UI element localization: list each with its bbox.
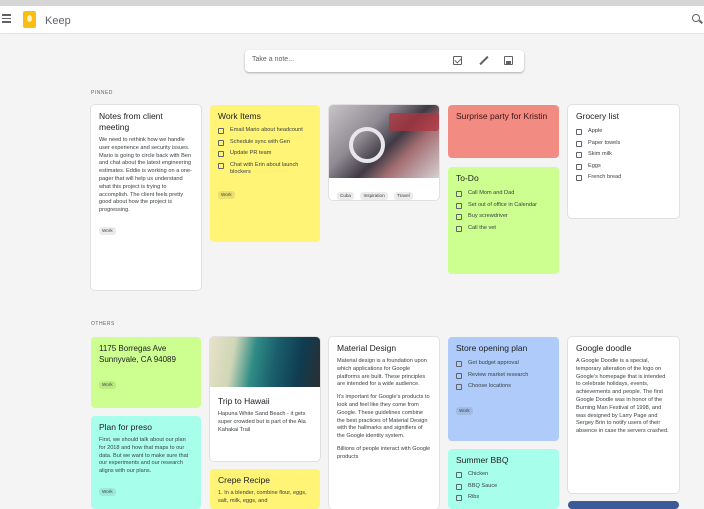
checklist-item: Set out of office in Calendar	[448, 200, 559, 212]
checklist-item: Review market research	[448, 370, 559, 382]
label-chip[interactable]: Work	[218, 190, 235, 199]
note-title: Material Design	[337, 343, 397, 353]
checklist-item: Schedule sync with Gen	[210, 137, 320, 149]
checkbox[interactable]	[576, 175, 582, 181]
note-crepe-recipe[interactable]: Crepe Recipe 1. In a blender, combine fl…	[210, 469, 320, 509]
note-plan-for-preso[interactable]: Plan for preso First, we should talk abo…	[91, 416, 201, 509]
checklist-item: Eggs	[568, 161, 679, 173]
checkbox[interactable]	[456, 191, 462, 197]
note-body: We need to rethink how we handle user ex…	[99, 137, 192, 214]
note-body: It's important for Google's products to …	[337, 394, 430, 440]
checkbox[interactable]	[218, 162, 224, 169]
checklist-item: Paper towels	[568, 138, 679, 150]
checklist-item: Skim milk	[568, 149, 679, 161]
checkbox[interactable]	[576, 163, 582, 170]
note-title: Summer BBQ	[456, 455, 509, 465]
label-chip[interactable]: Work	[99, 226, 116, 235]
checkbox[interactable]	[456, 225, 462, 232]
checkbox[interactable]	[456, 214, 462, 220]
checkbox[interactable]	[218, 128, 224, 134]
checklist-item: Get budget approval	[448, 358, 559, 370]
note-title: Plan for preso	[99, 422, 152, 432]
keep-logo-icon[interactable]	[23, 11, 36, 28]
note-address[interactable]: 1175 Borregas Ave Sunnyvale, CA 94089 Wo…	[91, 337, 201, 408]
new-list-checkbox-icon[interactable]	[453, 56, 462, 65]
new-drawing-pen-icon[interactable]	[479, 56, 488, 65]
app-bar: Keep	[0, 6, 704, 34]
checklist-item: Update PR team	[210, 148, 320, 160]
note-work-items[interactable]: Work Items Email Mario about headcount S…	[210, 105, 320, 242]
note-title: Grocery list	[576, 111, 619, 121]
note-client-meeting[interactable]: Notes from client meeting We need to ret…	[91, 105, 201, 290]
label-chip[interactable]: Work	[99, 487, 116, 496]
label-chip[interactable]: Travel	[394, 192, 413, 200]
checkbox[interactable]	[456, 483, 462, 490]
note-trip-to-hawaii[interactable]: Trip to Hawaii Hapuna White Sand Beach -…	[210, 337, 320, 461]
checkbox[interactable]	[456, 495, 462, 501]
search-icon[interactable]	[692, 14, 704, 26]
checklist-item: BBQ Sauce	[448, 481, 559, 493]
checklist-item: Ribs	[448, 492, 559, 504]
note-title: To-Do	[456, 173, 479, 183]
section-label-others: OTHERS	[91, 321, 115, 327]
checkbox[interactable]	[576, 129, 582, 135]
note-body: First, we should talk about our plan for…	[99, 437, 189, 475]
note-body: 1. In a blender, combine flour, eggs, sa…	[218, 490, 307, 504]
menu-icon[interactable]	[2, 14, 11, 23]
note-todo[interactable]: To-Do Call Mom and Dad Set out of office…	[448, 167, 559, 274]
section-label-pinned: PINNED	[91, 90, 113, 96]
note-title: Google doodle	[576, 343, 632, 353]
label-chip[interactable]: Work	[99, 381, 116, 389]
checkbox[interactable]	[576, 140, 582, 147]
label-chip[interactable]: Cuba	[337, 192, 354, 200]
checklist-item: Choose locations	[448, 381, 559, 393]
note-navy-partial[interactable]	[568, 501, 679, 509]
note-summer-bbq[interactable]: Summer BBQ Chicken BBQ Sauce Ribs	[448, 449, 559, 509]
note-store-opening-plan[interactable]: Store opening plan Get budget approval R…	[448, 337, 559, 441]
note-title: Trip to Hawaii	[218, 396, 270, 406]
new-image-icon[interactable]	[504, 56, 513, 65]
checkbox[interactable]	[456, 472, 462, 478]
note-body: Billions of people interact with Google …	[337, 445, 431, 460]
note-title: Store opening plan	[456, 343, 528, 353]
checkbox[interactable]	[456, 361, 462, 367]
note-title: Work Items	[218, 111, 261, 121]
car-interior-image	[329, 105, 439, 178]
note-material-design[interactable]: Material Design Material design is a fou…	[329, 337, 439, 509]
checklist-item: Call Mom and Dad	[448, 188, 559, 200]
note-title: 1175 Borregas Ave Sunnyvale, CA 94089	[99, 344, 176, 364]
app-title: Keep	[45, 15, 71, 27]
checklist-item: French bread	[568, 172, 679, 184]
note-body: A Google Doodle is a special, temporary …	[576, 358, 669, 435]
note-grocery-list[interactable]: Grocery list Apple Paper towels Skim mil…	[568, 105, 679, 218]
note-title: Crepe Recipe	[218, 475, 270, 485]
beach-aerial-image	[210, 337, 320, 387]
note-google-doodle[interactable]: Google doodle A Google Doodle is a speci…	[568, 337, 679, 493]
checkbox[interactable]	[576, 152, 582, 158]
checkbox[interactable]	[218, 139, 224, 146]
checkbox[interactable]	[218, 151, 224, 157]
checklist-item: Email Mario about headcount	[210, 125, 320, 137]
checklist-item: Apple	[568, 126, 679, 138]
checklist-item: Call the vet	[448, 223, 559, 235]
label-chip[interactable]: Inspiration	[360, 192, 388, 200]
checklist-item: Buy screwdriver	[448, 211, 559, 223]
note-surprise-party[interactable]: Surprise party for Kristin	[448, 105, 559, 158]
label-chip[interactable]: Work	[456, 406, 473, 415]
checkbox[interactable]	[456, 384, 462, 390]
take-note-placeholder[interactable]: Take a note...	[252, 56, 294, 63]
note-car-photo[interactable]: Cuba Inspiration Travel	[329, 105, 439, 200]
note-body: Material design is a foundation upon whi…	[337, 358, 427, 388]
checklist-item: Chat with Erin about launch blockers	[210, 160, 320, 179]
checkbox[interactable]	[456, 372, 462, 379]
note-title: Surprise party for Kristin	[456, 111, 548, 121]
checklist-item: Chicken	[448, 469, 559, 481]
checkbox[interactable]	[456, 202, 462, 209]
note-title: Notes from client meeting	[99, 111, 163, 132]
note-body: Hapuna White Sand Beach - it gets super …	[218, 411, 306, 433]
